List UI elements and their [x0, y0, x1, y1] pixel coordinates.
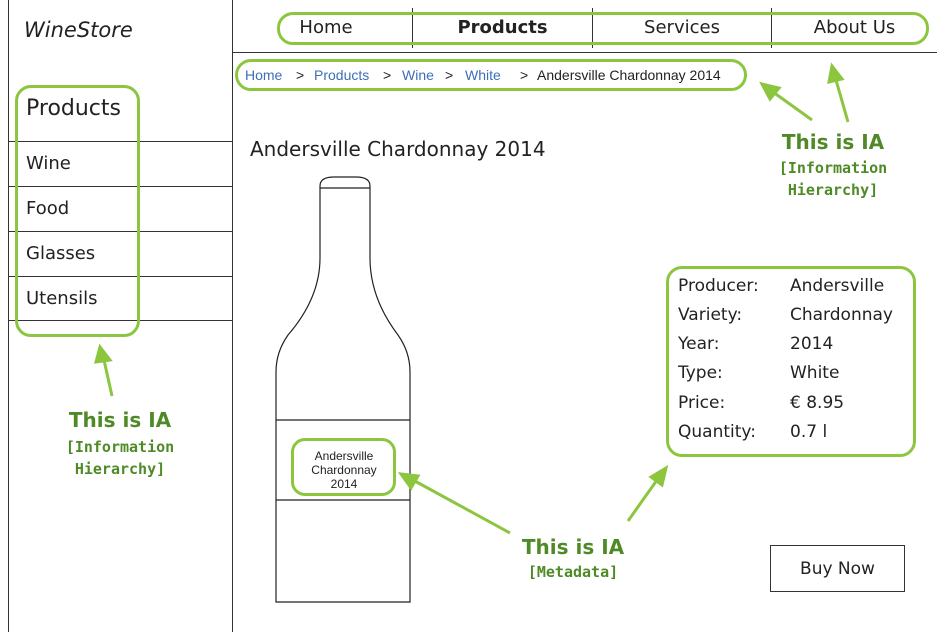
annotation-subtitle: Hierarchy]: [74, 460, 166, 478]
buy-now-button[interactable]: Buy Now: [770, 545, 905, 592]
annotation-subtitle: [Information: [65, 438, 175, 456]
annotation-title: This is IA: [781, 130, 885, 154]
annotation-metadata: This is IA [Metadata]: [498, 535, 648, 581]
highlight-nav: [277, 12, 929, 45]
highlight-bottle-label: [291, 438, 396, 496]
highlight-metadata: [666, 266, 916, 457]
highlight-breadcrumb: [235, 59, 747, 91]
wine-bottle-illustration: [275, 176, 411, 603]
annotation-title: This is IA: [521, 535, 625, 559]
annotation-subtitle: [Metadata]: [527, 563, 619, 581]
annotation-title: This is IA: [68, 408, 172, 432]
highlight-sidebar: [15, 85, 140, 337]
annotation-nav: This is IA [Information Hierarchy]: [758, 130, 908, 199]
annotation-sidebar: This is IA [Information Hierarchy]: [40, 408, 200, 478]
annotation-subtitle: [Information: [778, 159, 888, 177]
annotation-subtitle: Hierarchy]: [787, 181, 879, 199]
